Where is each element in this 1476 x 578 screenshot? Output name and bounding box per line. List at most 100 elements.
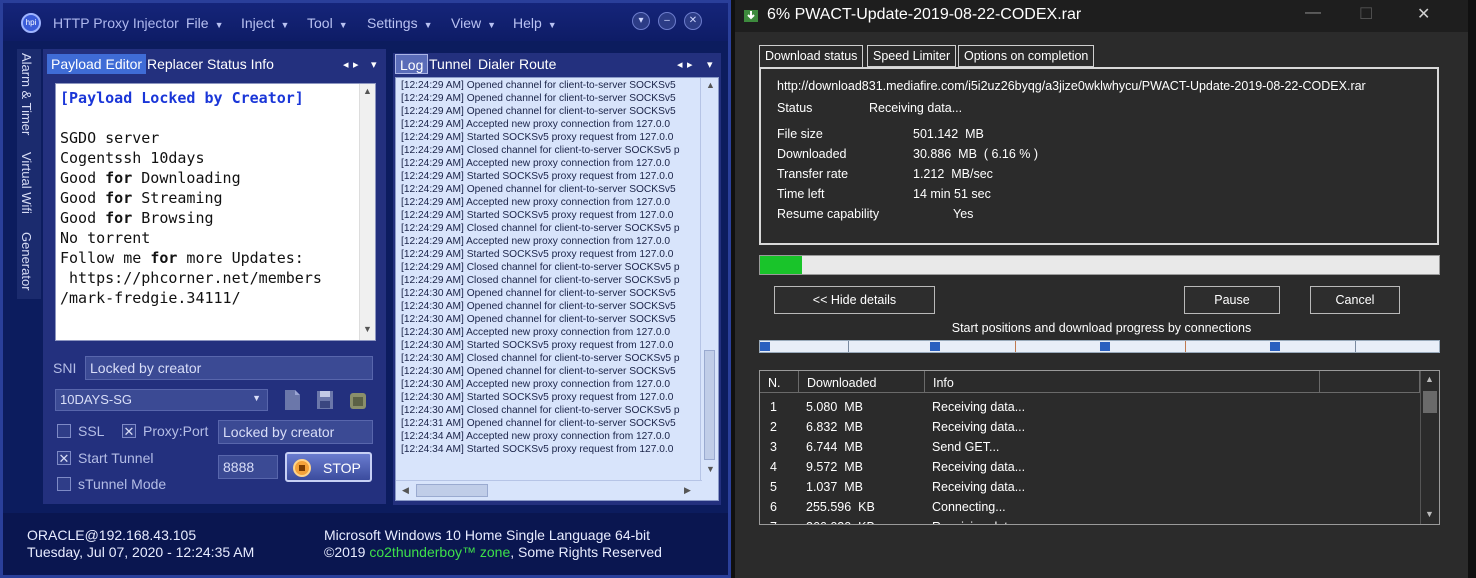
connection-segment — [760, 342, 770, 351]
tab-download-status[interactable]: Download status — [759, 45, 864, 68]
payload-line: Cogentssh 10days — [60, 149, 205, 167]
tab-scroll-right-icon[interactable]: ▸ — [353, 58, 359, 71]
tab-dialer[interactable]: Dialer — [474, 54, 519, 74]
status-value: Receiving data... — [869, 101, 963, 115]
tab-status-info[interactable]: Status Info — [203, 54, 278, 74]
log-scroll-thumb[interactable] — [704, 350, 715, 460]
pause-button[interactable]: Pause — [1184, 286, 1280, 314]
stop-button[interactable]: STOP — [285, 452, 372, 482]
log-scroll-right-icon[interactable]: ▶ — [684, 485, 691, 496]
brand-link[interactable]: co2thunderboy™ zone — [369, 544, 510, 560]
log-scroll-left-icon[interactable]: ◀ — [402, 485, 409, 496]
log-tab-menu-icon[interactable]: ▾ — [707, 58, 713, 71]
menu-help[interactable]: Help ▼ — [513, 15, 557, 31]
table-scroll-up-icon[interactable]: ▲ — [1425, 374, 1434, 384]
proxy-field[interactable]: Locked by creator — [218, 420, 373, 444]
downloaded-value: 30.886 MB ( 6.16 % ) — [913, 147, 1039, 161]
table-row[interactable]: 1 5.080 MB Receiving data... — [760, 397, 1420, 417]
hpi-window: hpi HTTP Proxy Injector File ▼ Inject ▼ To… — [0, 0, 731, 578]
maximize-icon: ☐ — [1359, 6, 1374, 23]
tab-replacer[interactable]: Replacer — [143, 54, 207, 74]
tab-virtual-wifi[interactable]: Virtual Wifi — [19, 152, 34, 214]
server-select-value: 10DAYS-SG — [60, 392, 133, 407]
sni-field[interactable]: Locked by creator — [85, 356, 373, 380]
log-line: [12:24:29 AM] Closed channel for client-… — [401, 223, 680, 234]
table-scroll-thumb[interactable] — [1423, 391, 1437, 413]
scroll-up-icon[interactable]: ▲ — [363, 86, 372, 96]
tab-alarm-timer[interactable]: Alarm & Timer — [19, 53, 34, 135]
log-line: [12:24:29 AM] Started SOCKSv5 proxy requ… — [401, 171, 674, 182]
hide-details-button[interactable]: << Hide details — [774, 286, 935, 314]
table-row[interactable]: 2 6.832 MB Receiving data... — [760, 417, 1420, 437]
app-title: HTTP Proxy Injector — [53, 15, 179, 31]
payload-line: Good for Browsing — [60, 209, 214, 227]
server-select[interactable]: 10DAYS-SG ▼ — [55, 389, 268, 411]
log-hscroll-thumb[interactable] — [416, 484, 488, 497]
load-icon[interactable] — [348, 389, 368, 411]
port-field[interactable]: 8888 — [218, 455, 278, 479]
log-line: [12:24:29 AM] Closed channel for client-… — [401, 275, 680, 286]
payload-text[interactable]: [Payload Locked by Creator] SGDO server Co… — [60, 88, 355, 308]
resume-value: Yes — [953, 207, 974, 221]
table-row[interactable]: 6 255.596 KB Connecting... — [760, 497, 1420, 517]
log-vertical-scrollbar[interactable]: ▲ ▼ — [700, 78, 718, 482]
log-output[interactable]: [12:24:29 AM] Opened channel for client-… — [395, 77, 719, 501]
tray-icon[interactable]: ▾ — [632, 12, 650, 30]
save-icon[interactable] — [315, 389, 335, 411]
menu-inject[interactable]: Inject ▼ — [241, 15, 289, 31]
stunnel-checkbox[interactable] — [57, 477, 71, 491]
scroll-down-icon[interactable]: ▼ — [363, 324, 372, 334]
tab-route[interactable]: Route — [515, 54, 560, 74]
start-tunnel-checkbox[interactable] — [57, 451, 71, 465]
proxy-port-checkbox[interactable] — [122, 424, 136, 438]
cell-n: 1 — [770, 400, 777, 414]
log-scroll-down-icon[interactable]: ▼ — [706, 464, 715, 474]
menu-view[interactable]: View ▼ — [451, 15, 496, 31]
payload-editor[interactable]: [Payload Locked by Creator] SGDO server Co… — [55, 83, 376, 341]
tab-scroll-left-icon[interactable]: ◂ — [343, 58, 349, 71]
tab-options-on-completion[interactable]: Options on completion — [958, 45, 1095, 67]
payload-scrollbar[interactable]: ▲ ▼ — [359, 84, 375, 340]
close-icon[interactable]: ✕ — [684, 12, 702, 30]
table-row[interactable]: 7 266.020 KB Receiving data... — [760, 517, 1420, 524]
log-tab-left-icon[interactable]: ◂ — [677, 58, 683, 71]
tab-tunnel[interactable]: Tunnel — [425, 54, 475, 74]
time-left-label: Time left — [777, 187, 825, 201]
cell-downloaded: 6.744 MB — [806, 440, 863, 454]
tab-log[interactable]: Log — [395, 54, 429, 74]
menu-settings[interactable]: Settings ▼ — [367, 15, 433, 31]
minimize-icon[interactable]: – — [658, 12, 676, 30]
table-row[interactable]: 5 1.037 MB Receiving data... — [760, 477, 1420, 497]
col-info[interactable]: Info — [925, 371, 1320, 393]
log-line: [12:24:29 AM] Started SOCKSv5 proxy requ… — [401, 132, 674, 143]
cell-downloaded: 5.080 MB — [806, 400, 863, 414]
stunnel-label: sTunnel Mode — [78, 476, 167, 492]
tab-speed-limiter[interactable]: Speed Limiter — [867, 45, 957, 67]
log-scroll-up-icon[interactable]: ▲ — [706, 80, 715, 90]
log-line: [12:24:29 AM] Closed channel for client-… — [401, 262, 680, 273]
table-row[interactable]: 3 6.744 MB Send GET... — [760, 437, 1420, 457]
ssl-checkbox[interactable] — [57, 424, 71, 438]
tab-menu-icon[interactable]: ▾ — [371, 58, 377, 71]
table-scrollbar[interactable]: ▲ ▼ — [1420, 371, 1439, 524]
col-n[interactable]: N. — [760, 371, 799, 393]
tab-generator[interactable]: Generator — [19, 232, 34, 291]
log-lines: [12:24:29 AM] Opened channel for client-… — [401, 79, 695, 456]
col-downloaded[interactable]: Downloaded — [799, 371, 925, 393]
cancel-button[interactable]: Cancel — [1310, 286, 1400, 314]
menu-tool[interactable]: Tool ▼ — [307, 15, 348, 31]
editor-tabs: Payload Editor Replacer Status Info ◂ ▸ … — [47, 54, 387, 76]
log-tab-right-icon[interactable]: ▸ — [687, 58, 693, 71]
table-row[interactable]: 4 9.572 MB Receiving data... — [760, 457, 1420, 477]
side-tabs: Alarm & Timer Virtual Wifi Generator — [17, 49, 41, 299]
log-horizontal-scrollbar[interactable]: ◀ ▶ — [396, 480, 702, 500]
minimize-icon[interactable]: — — [1305, 4, 1321, 22]
tab-payload-editor[interactable]: Payload Editor — [47, 54, 147, 74]
connection-start-tick — [848, 341, 849, 352]
cell-info: Receiving data... — [932, 520, 1025, 524]
table-scroll-down-icon[interactable]: ▼ — [1425, 509, 1434, 519]
menu-file[interactable]: File ▼ — [186, 15, 223, 31]
payload-line: https://phcorner.net/members — [60, 269, 322, 287]
new-file-icon[interactable] — [282, 389, 302, 411]
close-icon[interactable]: ✕ — [1417, 4, 1430, 24]
